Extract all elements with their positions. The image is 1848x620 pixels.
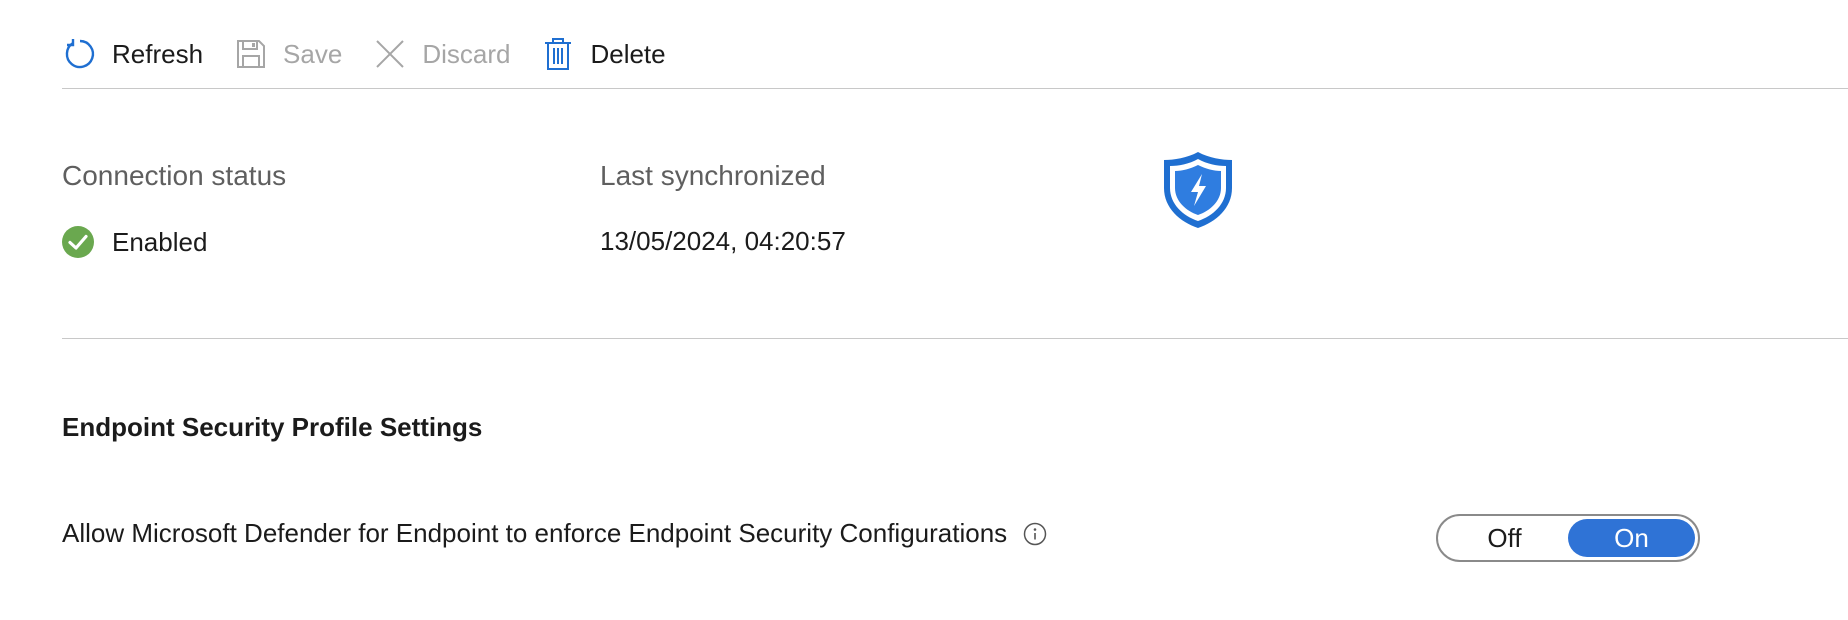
defender-shield-icon <box>1164 152 1232 228</box>
toggle-off-option[interactable]: Off <box>1441 519 1568 557</box>
discard-label: Discard <box>422 38 511 69</box>
delete-label: Delete <box>590 38 666 69</box>
discard-icon <box>372 36 408 72</box>
discard-button[interactable]: Discard <box>372 36 510 72</box>
toggle-on-option[interactable]: On <box>1568 519 1695 557</box>
enforce-toggle[interactable]: Off On <box>1436 514 1700 562</box>
command-bar: Refresh Save Discard Delete <box>62 28 696 80</box>
allow-enforce-setting: Allow Microsoft Defender for Endpoint to… <box>62 518 1047 549</box>
delete-icon <box>540 36 576 72</box>
refresh-icon <box>62 36 98 72</box>
info-icon[interactable] <box>1023 522 1047 546</box>
toolbar-divider <box>62 88 1848 89</box>
refresh-button[interactable]: Refresh <box>62 36 203 72</box>
allow-enforce-label: Allow Microsoft Defender for Endpoint to… <box>62 518 1008 548</box>
connection-status-label: Connection status <box>62 160 287 191</box>
refresh-label: Refresh <box>112 38 204 69</box>
section-title: Endpoint Security Profile Settings <box>62 412 483 442</box>
defender-connection-page: Refresh Save Discard Delete Connection s… <box>0 0 1848 620</box>
section-divider <box>62 338 1848 339</box>
delete-button[interactable]: Delete <box>540 36 666 72</box>
check-circle-icon <box>62 226 94 258</box>
save-icon <box>233 36 269 72</box>
connection-status-text: Enabled <box>112 226 208 257</box>
connection-status-value: Enabled <box>62 226 207 258</box>
last-synchronized-value: 13/05/2024, 04:20:57 <box>600 226 846 256</box>
last-synchronized-label: Last synchronized <box>600 160 826 191</box>
save-button[interactable]: Save <box>233 36 342 72</box>
save-label: Save <box>283 38 343 69</box>
